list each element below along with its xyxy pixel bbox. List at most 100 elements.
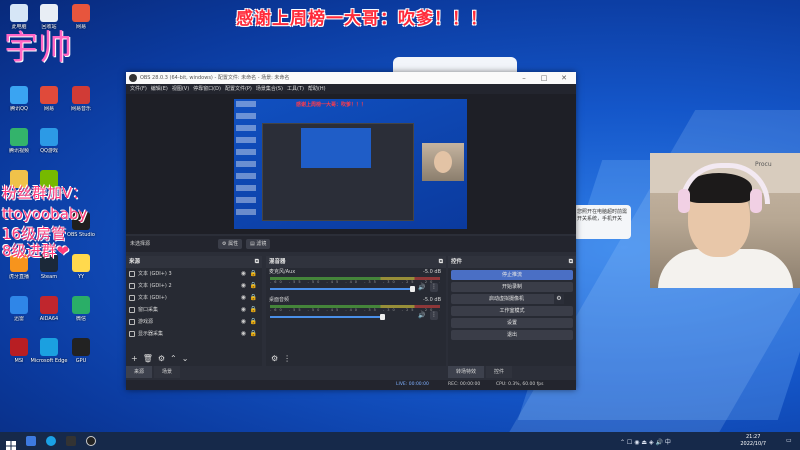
desktop-icon-label: QQ游戏	[40, 148, 58, 154]
menu-item[interactable]: 帮助(H)	[308, 84, 326, 94]
dock-popout-icon[interactable]: ⧉	[439, 256, 443, 268]
edge-icon[interactable]	[46, 436, 56, 446]
control-button[interactable]: 停止推流	[451, 270, 573, 280]
desktop-icon[interactable]: Microsoft Edge	[31, 338, 67, 374]
source-item[interactable]: 显示器采集 ◉ 🔒	[126, 328, 262, 340]
windows-start-icon[interactable]	[6, 436, 16, 450]
gear-icon[interactable]: ⚙	[158, 352, 165, 366]
source-label: 窗口采集	[138, 307, 159, 313]
desktop-icon[interactable]: MSI	[4, 338, 34, 374]
maximize-icon[interactable]: □	[534, 72, 554, 84]
eye-icon[interactable]: ◉	[241, 280, 246, 292]
gear-icon[interactable]: ⚙	[554, 294, 564, 304]
desktop-icon[interactable]: 网易音乐	[66, 86, 96, 122]
notification-popup[interactable]: 您照开在电脑超时前需开关系统，手机开关	[573, 205, 631, 239]
lock-icon[interactable]: 🔒	[250, 268, 257, 280]
more-icon[interactable]: ⋮	[430, 283, 438, 292]
dock-tab[interactable]: 场景	[154, 366, 181, 378]
desktop-icon[interactable]: 腾讯QQ	[4, 86, 34, 122]
dock-popout-icon[interactable]: ⧉	[569, 256, 573, 268]
filters-button[interactable]: ▤ 滤镜	[246, 239, 271, 249]
desktop-icon[interactable]: 网易	[34, 86, 64, 122]
more-icon[interactable]: ⋮	[283, 352, 291, 366]
dock-popout-icon[interactable]: ⧉	[255, 256, 259, 268]
source-item[interactable]: 窗口采集 ◉ 🔒	[126, 304, 262, 316]
source-label: 游戏源	[138, 319, 154, 325]
desktop-icon[interactable]: 腾讯视频	[4, 128, 34, 164]
system-tray-icons[interactable]: ⌃ ☐ ◉ ⏏ ◈ 🔊 中	[620, 437, 671, 446]
channel-db: -5.0 dB	[423, 269, 441, 275]
properties-button[interactable]: ⚙ 属性	[218, 239, 243, 249]
control-button[interactable]: 工作室模式	[451, 306, 573, 316]
controls-dock-header: 控件 ⧉	[448, 256, 576, 268]
eye-icon[interactable]: ◉	[241, 328, 246, 340]
desktop-icon-label: OBS Studio	[67, 232, 95, 238]
trash-icon[interactable]: 🗑	[143, 352, 153, 366]
desktop-icon[interactable]: 迅雷	[4, 296, 34, 332]
menu-item[interactable]: 场景集合(S)	[256, 84, 283, 94]
preview-desktop-icons	[236, 101, 256, 221]
menu-item[interactable]: 文件(F)	[130, 84, 147, 94]
taskbar-time: 21:27	[745, 434, 761, 440]
gear-icon[interactable]: ⚙	[271, 352, 278, 366]
control-button[interactable]: 开始录制	[451, 282, 573, 292]
notification-center-icon[interactable]: ▭	[786, 437, 792, 444]
desktop-icon[interactable]: YY	[66, 254, 96, 290]
no-source-label: 未选择源	[130, 241, 151, 247]
speaker-icon[interactable]: 🔊	[418, 312, 425, 319]
arrow-up-icon[interactable]: ⌃	[170, 352, 177, 366]
obs-preview-area[interactable]: 感谢上周榜一大哥：吹爹！！！	[126, 94, 576, 234]
volume-slider[interactable]	[270, 316, 382, 318]
lock-icon[interactable]: 🔒	[250, 280, 257, 292]
eye-icon[interactable]: ◉	[241, 316, 246, 328]
dock-tab[interactable]: 来源	[126, 366, 153, 378]
desktop-icon-label: GPU	[75, 358, 87, 364]
menu-item[interactable]: 编辑(E)	[151, 84, 168, 94]
menu-item[interactable]: 停靠窗口(D)	[193, 84, 221, 94]
source-toolbar: 未选择源 ⚙ 属性 ▤ 滤镜	[126, 236, 576, 252]
desktop-icon[interactable]: AIDA64	[34, 296, 64, 332]
taskbar-app-icon[interactable]	[66, 436, 76, 446]
taskbar: ⌃ ☐ ◉ ⏏ ◈ 🔊 中 21:27 2022/10/7 ▭	[0, 432, 800, 450]
lock-icon[interactable]: 🔒	[250, 304, 257, 316]
desktop-icon[interactable]: GPU	[66, 338, 96, 374]
dock-tab[interactable]: 转场特效	[448, 366, 485, 378]
source-item[interactable]: 游戏源 ◉ 🔒	[126, 316, 262, 328]
control-button[interactable]: 启动虚拟摄像机 ⚙	[451, 294, 564, 304]
add-icon[interactable]: +	[131, 352, 138, 366]
menu-item[interactable]: 工具(T)	[287, 84, 304, 94]
obs-title-bar[interactable]: OBS 28.0.3 (64-bit, windows) - 配置文件: 未命名…	[126, 72, 576, 84]
arrow-down-icon[interactable]: ⌄	[182, 352, 189, 366]
minimize-icon[interactable]: –	[514, 72, 534, 84]
app-icon	[72, 338, 90, 356]
source-item[interactable]: 文本 (GDI+) 2 ◉ 🔒	[126, 280, 262, 292]
close-icon[interactable]: ✕	[554, 72, 574, 84]
mixer-toolbar: ⚙ ⋮	[266, 352, 446, 366]
speaker-icon[interactable]: 🔊	[418, 284, 425, 291]
dock-tab[interactable]: 控件	[486, 366, 513, 378]
more-icon[interactable]: ⋮	[430, 311, 438, 320]
desktop-icon[interactable]: 微信	[66, 296, 96, 332]
volume-slider[interactable]	[270, 288, 412, 290]
control-button[interactable]: 设置	[451, 318, 573, 328]
volume-slider-handle[interactable]	[410, 286, 415, 292]
control-button[interactable]: 退出	[451, 330, 573, 340]
eye-icon[interactable]: ◉	[241, 292, 246, 304]
taskbar-clock[interactable]: 21:27 2022/10/7	[740, 434, 766, 448]
menu-item[interactable]: 视图(V)	[172, 84, 189, 94]
obs-window[interactable]: OBS 28.0.3 (64-bit, windows) - 配置文件: 未命名…	[126, 72, 576, 390]
eye-icon[interactable]: ◉	[241, 268, 246, 280]
lock-icon[interactable]: 🔒	[250, 316, 257, 328]
preview-canvas[interactable]: 感谢上周榜一大哥：吹爹！！！	[234, 99, 467, 229]
desktop-icon[interactable]: QQ游戏	[34, 128, 64, 164]
eye-icon[interactable]: ◉	[241, 304, 246, 316]
source-item[interactable]: 文本 (GDI+) ◉ 🔒	[126, 292, 262, 304]
volume-slider-handle[interactable]	[380, 314, 385, 320]
lock-icon[interactable]: 🔒	[250, 328, 257, 340]
lock-icon[interactable]: 🔒	[250, 292, 257, 304]
menu-item[interactable]: 配置文件(P)	[225, 84, 252, 94]
obs-taskbar-icon[interactable]	[86, 436, 96, 446]
side-overlay-line: 8级进群❤	[2, 242, 70, 260]
source-item[interactable]: 文本 (GDI+) 3 ◉ 🔒	[126, 268, 262, 280]
taskbar-app-icon[interactable]	[26, 436, 36, 446]
